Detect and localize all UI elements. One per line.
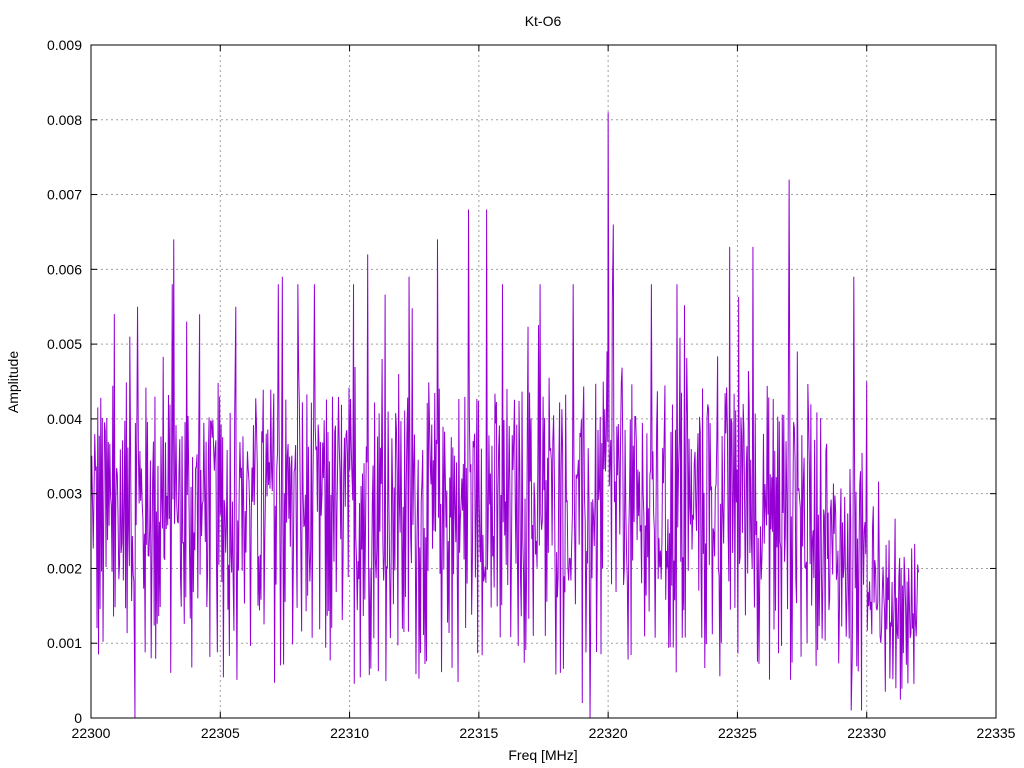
y-tick-label: 0.004 bbox=[47, 411, 82, 427]
spectrum-line bbox=[90, 112, 919, 719]
y-tick-label: 0.001 bbox=[47, 635, 82, 651]
x-tick-label: 22335 bbox=[977, 725, 1016, 741]
x-tick-label: 22305 bbox=[201, 725, 240, 741]
y-tick-label: 0.005 bbox=[47, 336, 82, 352]
chart-title: Kt-O6 bbox=[525, 13, 562, 29]
chart-canvas: Kt-O6 22300 22305 22310 22315 22320 22325 2233… bbox=[5, 13, 1016, 763]
x-axis-label: Freq [MHz] bbox=[508, 747, 577, 763]
x-tick-label: 22330 bbox=[847, 725, 886, 741]
y-tick-label: 0.008 bbox=[47, 112, 82, 128]
y-tick-label: 0.002 bbox=[47, 560, 82, 576]
x-tick-label: 22315 bbox=[459, 725, 498, 741]
grid-lines bbox=[91, 45, 996, 718]
y-tick-label: 0.006 bbox=[47, 261, 82, 277]
y-axis-label: Amplitude bbox=[5, 351, 21, 413]
y-tick-label: 0.009 bbox=[47, 37, 82, 53]
x-tick-label: 22300 bbox=[72, 725, 111, 741]
y-tick-label: 0 bbox=[74, 710, 82, 726]
x-tick-label: 22320 bbox=[589, 725, 628, 741]
y-tick-label: 0.007 bbox=[47, 187, 82, 203]
x-tick-label: 22325 bbox=[718, 725, 757, 741]
plot-frame bbox=[90, 44, 997, 719]
y-tick-label: 0.003 bbox=[47, 486, 82, 502]
x-tick-label: 22310 bbox=[330, 725, 369, 741]
series-layer bbox=[90, 112, 919, 719]
